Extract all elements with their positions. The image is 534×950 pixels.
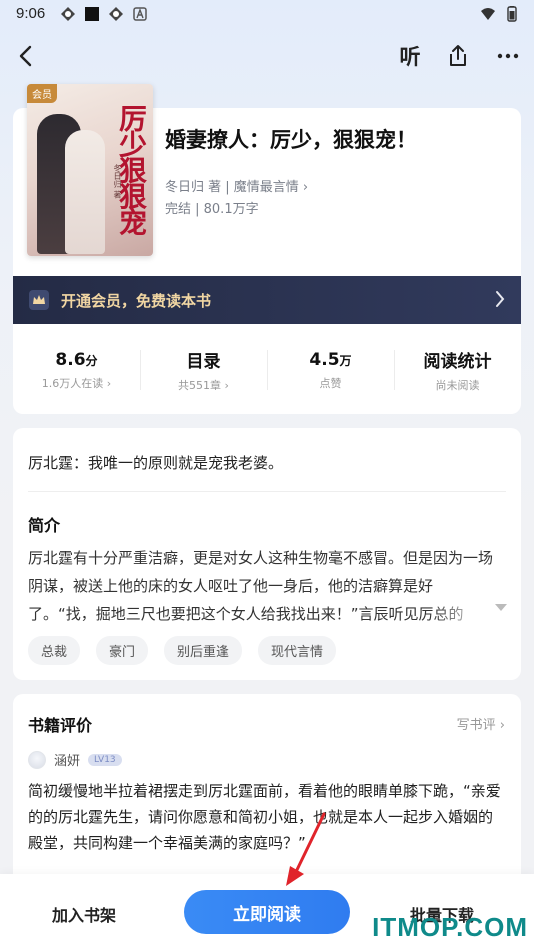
read-now-button[interactable]: 立即阅读 [184,890,350,934]
add-to-shelf-button[interactable]: 加入书架 [52,902,116,926]
intro-text[interactable]: 厉北霆有十分严重洁癖，更是对女人这种生物毫不感冒。但是因为一场阴谋，被送上他的床… [28,544,498,628]
share-button[interactable] [442,40,474,72]
more-button[interactable] [492,40,524,72]
review-card: 书籍评价 写书评 › 涵妍 LV13 简初缓慢地半拉着裙摆走到厉北霆面前，看着他… [13,694,521,894]
book-cover[interactable]: 厉少狠狠宠 冬日归 著 会员 [27,84,153,256]
chapter-count: 共551章 [178,379,222,392]
book-author-category[interactable]: 冬日归 著 | 魔情最言情 › [165,176,308,195]
tag-item[interactable]: 别后重逢 [164,636,243,665]
stat-reading[interactable]: 阅读统计 尚未阅读 [394,340,521,400]
book-stats: 8.6分 1.6万人在读 › 目录 共551章 › 4.5万 点赞 阅读统计 尚… [13,340,521,400]
crown-icon [29,290,49,310]
stat-catalog[interactable]: 目录 共551章 › [140,340,267,400]
divider [28,491,506,492]
reading-status: 尚未阅读 [435,379,480,392]
text-fade [431,600,491,628]
reading-stats-label: 阅读统计 [423,352,492,372]
vip-banner[interactable]: 开通会员，免费读本书 [13,276,521,324]
reviews-title: 书籍评价 [28,716,93,735]
nav-bar: 听 [0,30,534,80]
rating-unit: 分 [85,353,98,368]
cover-figure-woman [65,130,105,254]
status-time: 9:06 [16,5,46,22]
more-dots-icon [497,53,519,59]
stat-likes[interactable]: 4.5万 点赞 [267,340,394,400]
chevron-right-icon: › [224,379,229,392]
chevron-right-icon [496,291,505,307]
chevron-right-icon: › [499,718,505,733]
app-notification-icon [61,7,75,21]
book-status: 完结 | 80.1万字 [165,202,259,217]
author-category-text: 冬日归 著 | 魔情最言情 [165,180,299,195]
cover-author-art: 冬日归 著 [113,164,122,199]
write-review-label: 写书评 [456,718,496,733]
tag-item[interactable]: 豪门 [96,636,149,665]
back-button[interactable] [10,40,42,72]
annotation-arrow-icon [286,812,326,886]
app-notification-icon-2 [109,7,123,21]
rating-value: 8.6 [55,349,86,370]
intro-title: 简介 [28,516,61,535]
back-arrow-icon [19,45,32,67]
avatar [28,750,46,769]
chevron-right-icon: › [302,180,309,195]
book-info-card: 厉少狠狠宠 冬日归 著 会员 婚妻撩人：厉少，狠狠宠！ 冬日归 著 | 魔情最言… [13,84,521,414]
write-review-button[interactable]: 写书评 › [457,714,505,733]
catalog-label: 目录 [186,352,221,372]
member-tag: 会员 [27,84,57,103]
tag-item[interactable]: 现代言情 [258,636,337,665]
watermark: ITMOP.COM [372,912,528,942]
expand-triangle-icon[interactable] [495,604,507,611]
likes-unit: 万 [339,353,352,368]
font-app-icon [133,7,147,21]
listen-button[interactable]: 听 [394,40,426,72]
intro-card: 厉北霆：我唯一的原则就是宠我老婆。 简介 厉北霆有十分严重洁癖，更是对女人这种生… [13,428,521,680]
level-badge: LV13 [88,753,122,766]
battery-icon [507,6,517,22]
vip-label: 开通会员，免费读本书 [61,291,212,310]
readers-count: 1.6万人在读 [41,376,104,390]
wifi-icon [481,8,495,20]
likes-value: 4.5 [309,349,340,370]
likes-label: 点赞 [319,376,342,390]
tag-item[interactable]: 总裁 [28,636,81,665]
status-notification-icons [60,6,148,22]
book-title: 婚妻撩人：厉少，狠狠宠！ [165,128,417,152]
tag-list: 总裁 豪门 别后重逢 现代言情 [28,636,337,665]
book-quote: 厉北霆：我唯一的原则就是宠我老婆。 [28,454,284,472]
status-bar: 9:06 [0,0,534,30]
review-text[interactable]: 简初缓慢地半拉着裙摆走到厉北霆面前，看着他的眼睛单膝下跪，“亲爱的的厉北霆先生，… [28,778,506,856]
black-square-icon [85,7,99,21]
share-icon [450,45,466,66]
reviewer[interactable]: 涵妍 LV13 [28,750,122,769]
status-system-icons [480,6,520,22]
chevron-right-icon: › [106,376,112,390]
stat-rating[interactable]: 8.6分 1.6万人在读 › [13,340,140,400]
reviewer-name: 涵妍 [54,754,81,769]
